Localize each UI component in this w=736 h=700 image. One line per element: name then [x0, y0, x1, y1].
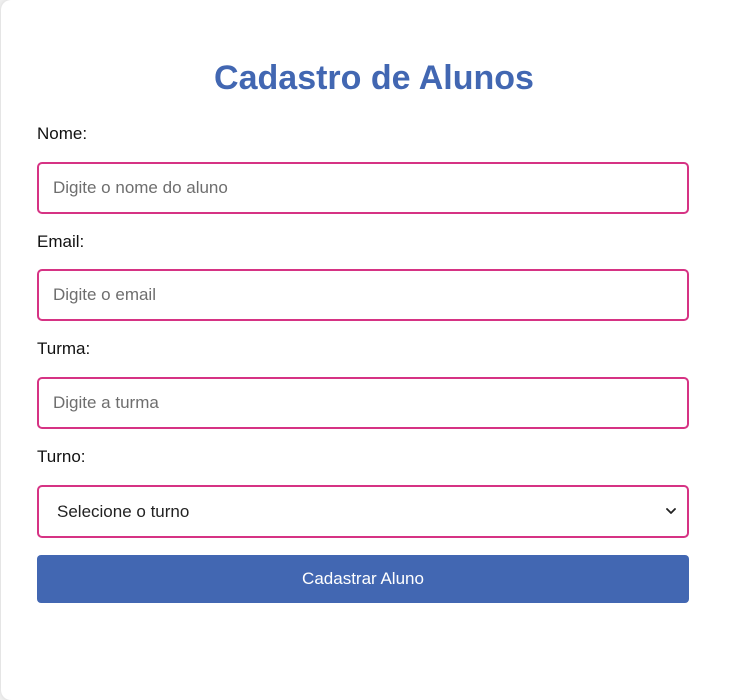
turno-select[interactable]: Selecione o turno [37, 485, 689, 538]
email-input[interactable] [37, 269, 689, 321]
form-card: Cadastro de Alunos Nome: Email: Turma: T… [1, 0, 736, 700]
turno-label: Turno: [37, 447, 86, 466]
chevron-down-icon [666, 508, 676, 514]
cadastrar-aluno-button[interactable]: Cadastrar Aluno [37, 555, 689, 603]
email-label: Email: [37, 232, 85, 251]
turno-selected-value: Selecione o turno [57, 502, 190, 521]
nome-label: Nome: [37, 124, 88, 143]
nome-input[interactable] [37, 162, 689, 214]
turma-label: Turma: [37, 339, 91, 358]
turma-input[interactable] [37, 377, 689, 429]
page-title: Cadastro de Alunos [214, 59, 534, 97]
